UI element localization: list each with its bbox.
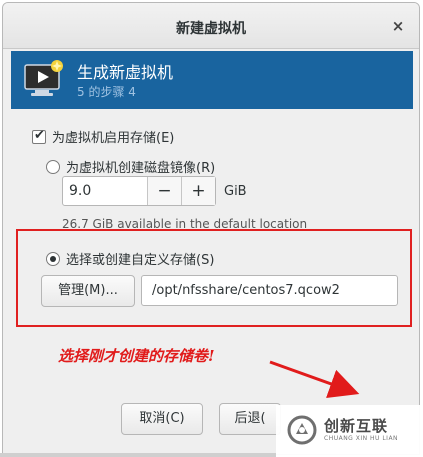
brand-logo-icon [287,415,317,445]
cancel-button[interactable]: 取消(C) [121,403,203,435]
back-button[interactable]: 后退( [219,403,281,435]
watermark-en: CHUANG XIN HU LIAN [324,435,399,442]
watermark: 创新互联 CHUANG XIN HU LIAN [276,405,423,457]
bottom-edge [0,453,276,457]
watermark-cn: 创新互联 [324,417,389,435]
annotation-arrow [269,360,360,399]
